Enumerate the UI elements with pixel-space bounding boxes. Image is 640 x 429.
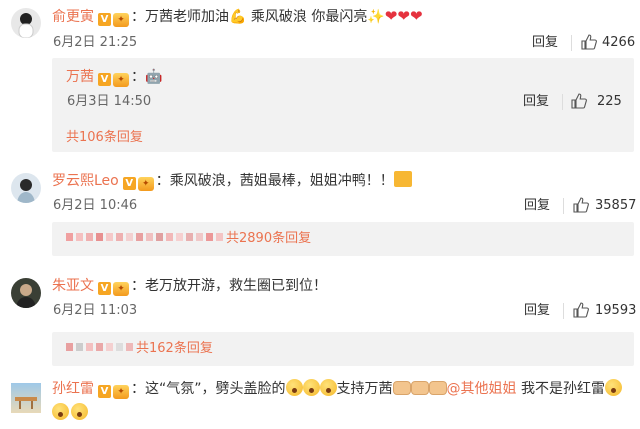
like-count: 225 [597,94,622,109]
thumbs-up-icon[interactable] [581,34,597,50]
avatar[interactable] [11,173,41,203]
comment-text: 支持万茜 [336,381,393,397]
divider [563,198,564,214]
username[interactable]: 罗云熙Leo [52,173,119,189]
heart-emoji-icon: ❤ [397,7,410,25]
timestamp: 6月3日 14:50 [67,94,152,109]
username[interactable]: 朱亚文 [52,278,94,294]
timestamp: 6月2日 21:25 [53,35,138,50]
fan-badge-icon: ✦ [137,177,154,191]
fan-badge-icon: ✦ [113,385,129,399]
verified-icon: V [98,73,111,86]
divider [563,303,564,319]
avatar[interactable] [11,8,41,38]
timestamp: 6月2日 11:03 [53,303,138,318]
verified-icon: V [98,282,111,295]
fist-emoji-icon [410,381,429,395]
fist-emoji-icon [392,381,411,395]
heart-emoji-icon: ❤ [384,7,398,25]
verified-icon: V [98,385,111,398]
like-count: 19593 [595,303,637,318]
heart-emoji-icon: ❤ [409,7,423,25]
verified-icon: V [122,177,136,190]
comment-text: 乘风破浪 你最闪亮 [246,9,368,25]
fan-badge-icon: ✦ [113,73,129,87]
comment-line: 罗云熙Leo V ✦ ：乘风破浪，茜姐最棒，姐姐冲鸭！！ [52,171,412,191]
comment-text: ：这“气氛”，劈头盖脸的 [131,381,286,397]
more-replies-link[interactable]: 共162条回复 [66,340,213,358]
sweat-face-emoji-icon [71,403,88,420]
reply-line: 万茜 V ✦ ：🤖 [66,67,162,87]
reply-box: 共162条回复 [52,332,634,366]
comment-text: 我不是孙红雷 [516,381,605,397]
username[interactable]: 孙红雷 [52,381,94,397]
reply-box: 共2890条回复 [52,222,634,256]
fan-badge-icon: ✦ [113,13,129,27]
like-count: 35857 [595,198,637,213]
comment-line: 俞更寅 V ✦ ：万茜老师加油💪 乘风破浪 你最闪亮✨❤❤❤ [52,6,423,27]
comment-text: ：老万放开游，救生圈已到位！ [131,278,327,294]
comment-line: 孙红雷 V ✦ ：这“气氛”，劈头盖脸的 支持万茜 @其他姐姐 我不是孙红雷 [52,379,622,399]
like-count: 4266 [602,35,636,50]
more-replies-link[interactable]: 共2890条回复 [66,230,311,248]
more-replies-text[interactable]: 共2890条回复 [226,231,311,246]
divider [562,94,563,110]
fist-emoji-icon [428,381,447,395]
more-replies-link[interactable]: 共106条回复 [66,129,143,147]
avatar[interactable] [11,383,41,413]
flushed-face-emoji-icon [302,379,320,396]
thumbs-up-icon[interactable] [571,93,587,109]
reply-button[interactable]: 回复 [523,93,549,111]
reply-box: 万茜 V ✦ ：🤖 6月3日 14:50 回复 225 共106条回复 [52,58,634,152]
robot-face-emoji-icon: 🤖 [145,69,163,85]
reply-text: ： [131,69,145,85]
flexed-biceps-emoji-icon: 💪 [229,9,247,25]
sticker-emoji-icon [393,171,412,187]
sweat-face-emoji-icon [604,379,622,396]
username[interactable]: 俞更寅 [52,9,94,25]
comment-line-2 [52,403,88,423]
comment-text: ：万茜老师加油 [131,9,229,25]
verified-icon: V [98,13,111,26]
reply-button[interactable]: 回复 [524,197,550,215]
reply-button[interactable]: 回复 [524,302,550,320]
thumbs-up-icon[interactable] [573,302,589,318]
flushed-face-emoji-icon [285,379,303,396]
avatar[interactable] [11,278,41,308]
more-replies-text[interactable]: 共162条回复 [136,341,213,356]
comment-text: ：乘风破浪，茜姐最棒，姐姐冲鸭！！ [155,173,394,189]
thumbs-up-icon[interactable] [573,197,589,213]
sparkles-emoji-icon: ✨ [367,9,385,25]
mention-link[interactable]: @其他姐姐 [447,381,517,397]
fan-badge-icon: ✦ [113,282,129,296]
sweat-face-emoji-icon [52,403,69,420]
comment-line: 朱亚文 V ✦ ：老万放开游，救生圈已到位！ [52,276,327,296]
username[interactable]: 万茜 [66,69,94,85]
timestamp: 6月2日 10:46 [53,198,138,213]
divider [571,35,572,51]
flushed-face-emoji-icon [319,379,337,396]
reply-button[interactable]: 回复 [532,34,558,52]
